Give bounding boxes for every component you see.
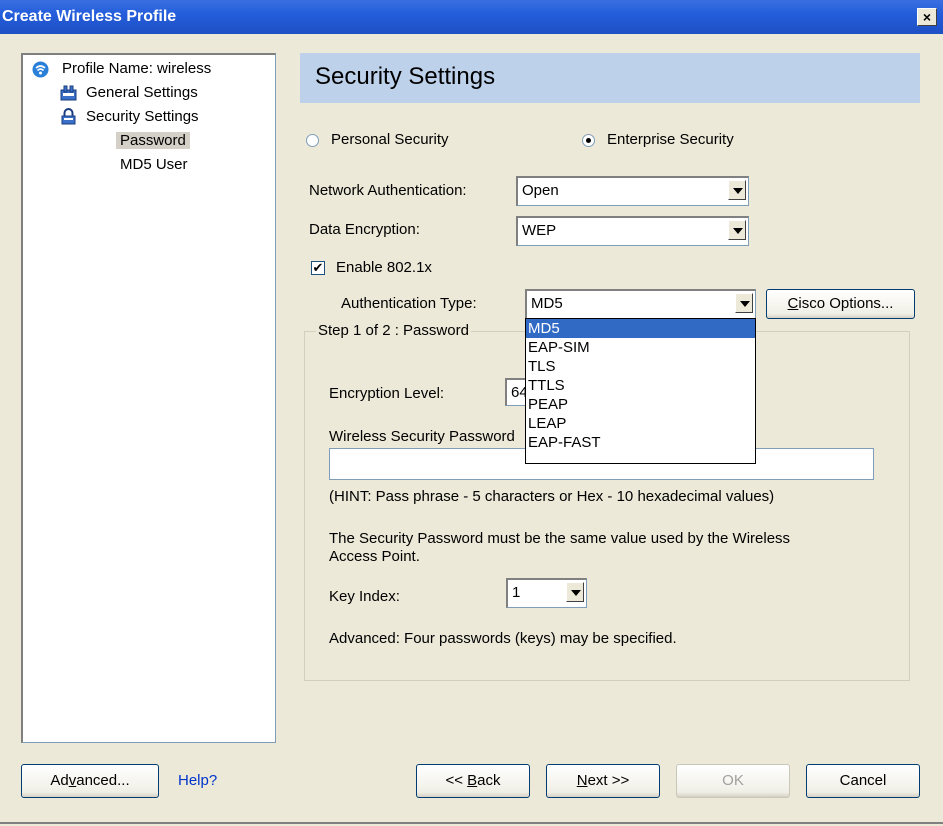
profile-tree: Profile Name: wireless General Settings … — [21, 53, 276, 743]
wireless-password-label: Wireless Security Password — [329, 428, 515, 445]
page-title: Security Settings — [315, 63, 496, 90]
tree-item-security-settings[interactable]: Security Settings — [86, 108, 199, 125]
chevron-down-icon[interactable] — [728, 220, 746, 240]
auth-type-select[interactable]: MD5 — [525, 289, 756, 319]
auth-option[interactable]: EAP-FAST — [526, 433, 755, 452]
cisco-options-label: isco Options... — [798, 295, 894, 312]
data-encryption-select[interactable]: WEP — [516, 216, 749, 246]
key-index-label: Key Index: — [329, 588, 400, 605]
back-label-pre: << — [445, 772, 468, 789]
checkmark-icon: ✔ — [312, 260, 324, 275]
close-icon: × — [922, 9, 932, 25]
chevron-down-icon[interactable] — [728, 180, 746, 200]
section-header: Security Settings — [300, 53, 920, 103]
enable-8021x-label: Enable 802.1x — [336, 259, 432, 276]
back-label-post: ack — [477, 772, 501, 789]
general-settings-icon — [60, 85, 77, 101]
tree-item-general-settings[interactable]: General Settings — [86, 84, 198, 101]
advanced-button[interactable]: Advanced... — [21, 764, 159, 798]
auth-option[interactable]: TLS — [526, 357, 755, 376]
auth-option[interactable]: MD5 — [526, 319, 755, 338]
note-line-2: Access Point. — [329, 548, 420, 565]
enterprise-security-label: Enterprise Security — [607, 131, 734, 148]
next-accel: N — [576, 772, 588, 789]
enterprise-security-radio[interactable] — [582, 134, 595, 147]
data-encryption-value: WEP — [522, 222, 557, 239]
note-line-1: The Security Password must be the same v… — [329, 530, 791, 547]
hint-text: (HINT: Pass phrase - 5 characters or Hex… — [329, 488, 775, 505]
close-button[interactable]: × — [917, 8, 937, 26]
key-index-select[interactable]: 1 — [506, 578, 587, 608]
tree-item-md5-user[interactable]: MD5 User — [120, 156, 188, 173]
network-auth-label: Network Authentication: — [309, 182, 467, 199]
network-auth-select[interactable]: Open — [516, 176, 749, 206]
back-button[interactable]: << Back — [416, 764, 530, 798]
key-index-value: 1 — [512, 584, 521, 601]
enable-8021x-checkbox[interactable]: ✔ — [311, 261, 325, 275]
advanced-label-post: anced... — [76, 772, 130, 789]
network-auth-value: Open — [522, 182, 559, 199]
encryption-level-label: Encryption Level: — [329, 385, 445, 402]
step-title: Step 1 of 2 : Password — [316, 322, 471, 339]
window-title: Create Wireless Profile — [2, 8, 177, 25]
auth-option[interactable]: EAP-SIM — [526, 338, 755, 357]
cancel-button[interactable]: Cancel — [806, 764, 920, 798]
auth-option[interactable]: PEAP — [526, 395, 755, 414]
back-accel: B — [467, 772, 478, 789]
next-label-post: ext >> — [587, 772, 630, 789]
auth-type-dropdown-list[interactable]: MD5 EAP-SIM TLS TTLS PEAP LEAP EAP-FAST — [525, 318, 756, 464]
cisco-options-accel: C — [787, 295, 799, 312]
title-bar: Create Wireless Profile × — [0, 0, 943, 34]
tree-root-profile[interactable]: Profile Name: wireless — [62, 60, 211, 77]
chevron-down-icon[interactable] — [735, 293, 753, 313]
help-link[interactable]: Help? — [178, 772, 217, 789]
auth-type-value: MD5 — [531, 295, 563, 312]
data-encryption-label: Data Encryption: — [309, 221, 420, 238]
personal-security-radio[interactable] — [306, 134, 319, 147]
wireless-globe-icon — [32, 61, 49, 78]
tree-item-password-label: Password — [116, 132, 190, 149]
auth-option[interactable]: LEAP — [526, 414, 755, 433]
auth-option[interactable]: TTLS — [526, 376, 755, 395]
security-lock-icon — [61, 108, 76, 125]
advanced-label-pre: Ad — [50, 772, 69, 789]
ok-button[interactable]: OK — [676, 764, 790, 798]
personal-security-label: Personal Security — [331, 131, 449, 148]
advanced-note: Advanced: Four passwords (keys) may be s… — [329, 630, 677, 647]
auth-type-label: Authentication Type: — [341, 295, 477, 312]
next-button[interactable]: Next >> — [546, 764, 660, 798]
tree-item-password[interactable]: Password — [116, 132, 190, 149]
chevron-down-icon[interactable] — [566, 582, 584, 602]
cisco-options-button[interactable]: Cisco Options... — [766, 289, 915, 319]
